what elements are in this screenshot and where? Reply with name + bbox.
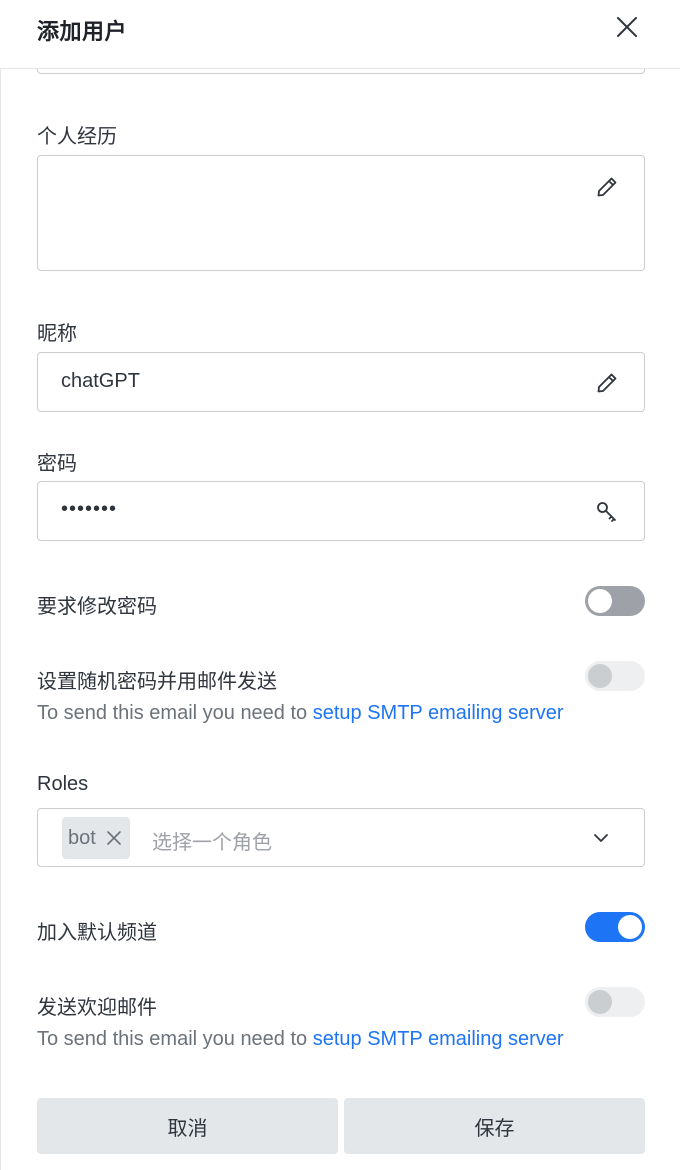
remove-role-button[interactable] — [106, 830, 122, 846]
password-value: ••••••• — [61, 498, 118, 520]
pencil-icon — [593, 369, 621, 397]
panel-left-border — [0, 0, 1, 1170]
random-password-hint: To send this email you need to setup SMT… — [37, 702, 564, 725]
cancel-button[interactable]: 取消 — [37, 1098, 338, 1154]
toggle-knob — [588, 589, 612, 613]
role-chip-label: bot — [68, 826, 96, 849]
dialog-title: 添加用户 — [37, 19, 128, 44]
password-input[interactable]: ••••••• — [37, 481, 645, 541]
bio-label: 个人经历 — [37, 126, 117, 148]
hint-text: To send this email you need to — [37, 702, 313, 724]
smtp-setup-link[interactable]: setup SMTP emailing server — [313, 1028, 564, 1050]
pencil-icon — [593, 173, 621, 201]
hint-text: To send this email you need to — [37, 1028, 313, 1050]
send-welcome-email-label: 发送欢迎邮件 — [37, 997, 157, 1019]
bio-textarea[interactable] — [37, 155, 645, 271]
require-password-change-label: 要求修改密码 — [37, 596, 157, 618]
roles-label: Roles — [37, 773, 89, 795]
nickname-label: 昵称 — [37, 323, 77, 345]
role-chip: bot — [62, 817, 130, 859]
close-icon — [107, 831, 121, 845]
welcome-email-hint: To send this email you need to setup SMT… — [37, 1028, 564, 1051]
save-button[interactable]: 保存 — [344, 1098, 645, 1154]
toggle-knob — [588, 990, 612, 1014]
close-icon — [617, 17, 637, 37]
chevron-down-icon[interactable] — [587, 824, 615, 852]
roles-placeholder: 选择一个角色 — [152, 832, 272, 854]
toggle-knob — [588, 664, 612, 688]
key-icon[interactable] — [593, 498, 621, 526]
random-password-label: 设置随机密码并用邮件发送 — [37, 671, 277, 693]
nickname-input[interactable]: chatGPT — [37, 352, 645, 412]
random-password-toggle[interactable] — [585, 661, 645, 691]
join-default-channels-toggle[interactable] — [585, 912, 645, 942]
password-label: 密码 — [37, 453, 77, 475]
require-password-change-toggle[interactable] — [585, 586, 645, 616]
toggle-knob — [618, 915, 642, 939]
join-default-channels-label: 加入默认频道 — [37, 922, 157, 944]
smtp-setup-link[interactable]: setup SMTP emailing server — [313, 702, 564, 724]
roles-select[interactable]: bot 选择一个角色 — [37, 808, 645, 867]
nickname-value: chatGPT — [61, 370, 140, 392]
close-button[interactable] — [612, 12, 642, 42]
dialog-header: 添加用户 — [0, 0, 680, 69]
send-welcome-email-toggle[interactable] — [585, 987, 645, 1017]
